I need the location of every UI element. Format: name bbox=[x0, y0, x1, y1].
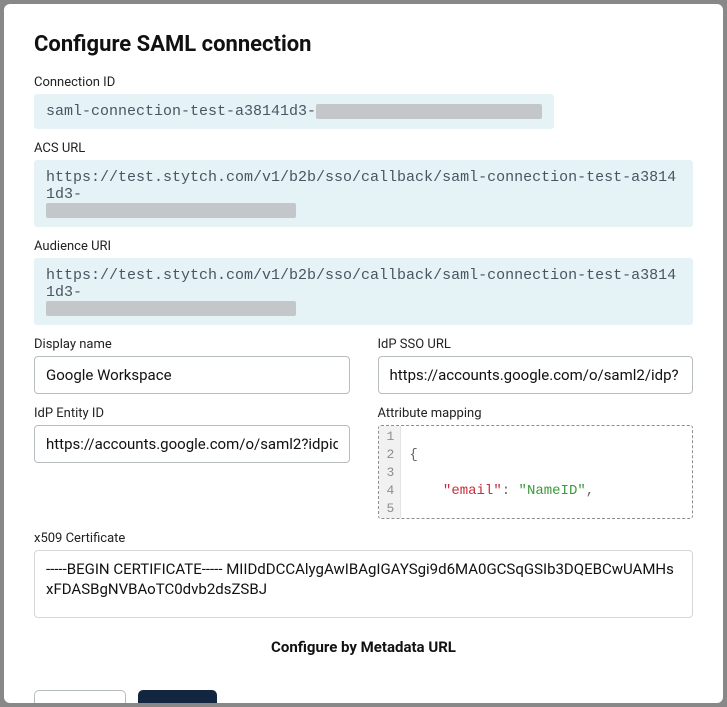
audience-uri-value[interactable]: https://test.stytch.com/v1/b2b/sso/callb… bbox=[34, 258, 693, 325]
connection-id-prefix: saml-connection-test-a38141d3- bbox=[46, 103, 316, 120]
attribute-mapping-label: Attribute mapping bbox=[378, 406, 694, 421]
button-row: Cancel Save bbox=[34, 690, 693, 703]
x509-input[interactable]: -----BEGIN CERTIFICATE----- MIIDdDCCAlyg… bbox=[34, 550, 693, 618]
audience-uri-redacted bbox=[46, 301, 296, 316]
idp-entity-id-label: IdP Entity ID bbox=[34, 406, 350, 421]
attribute-mapping-editor[interactable]: 12345 { "email": "NameID", "first_name":… bbox=[378, 425, 694, 519]
cancel-button[interactable]: Cancel bbox=[34, 690, 126, 703]
code-body[interactable]: { "email": "NameID", "first_name": "firs… bbox=[401, 426, 692, 518]
idp-sso-url-label: IdP SSO URL bbox=[378, 337, 694, 352]
acs-url-redacted bbox=[46, 203, 296, 218]
modal-title: Configure SAML connection bbox=[34, 32, 693, 57]
audience-uri-label: Audience URI bbox=[34, 239, 693, 254]
code-gutter: 12345 bbox=[379, 426, 402, 518]
acs-url-value[interactable]: https://test.stytch.com/v1/b2b/sso/callb… bbox=[34, 160, 693, 227]
display-name-label: Display name bbox=[34, 337, 350, 352]
x509-label: x509 Certificate bbox=[34, 531, 693, 546]
connection-id-redacted bbox=[316, 104, 542, 119]
display-name-input[interactable] bbox=[34, 356, 350, 394]
configure-by-metadata-url-link[interactable]: Configure by Metadata URL bbox=[34, 638, 693, 656]
idp-sso-url-input[interactable] bbox=[378, 356, 694, 394]
acs-url-label: ACS URL bbox=[34, 141, 693, 156]
save-button[interactable]: Save bbox=[138, 690, 217, 703]
idp-entity-id-input[interactable] bbox=[34, 425, 350, 463]
connection-id-label: Connection ID bbox=[34, 75, 693, 90]
connection-id-value[interactable]: saml-connection-test-a38141d3- bbox=[34, 94, 554, 129]
configure-saml-modal: Configure SAML connection Connection ID … bbox=[4, 4, 723, 703]
x509-value: -----BEGIN CERTIFICATE----- MIIDdDCCAlyg… bbox=[46, 560, 674, 598]
acs-url-prefix: https://test.stytch.com/v1/b2b/sso/callb… bbox=[46, 169, 681, 203]
audience-uri-prefix: https://test.stytch.com/v1/b2b/sso/callb… bbox=[46, 267, 681, 301]
